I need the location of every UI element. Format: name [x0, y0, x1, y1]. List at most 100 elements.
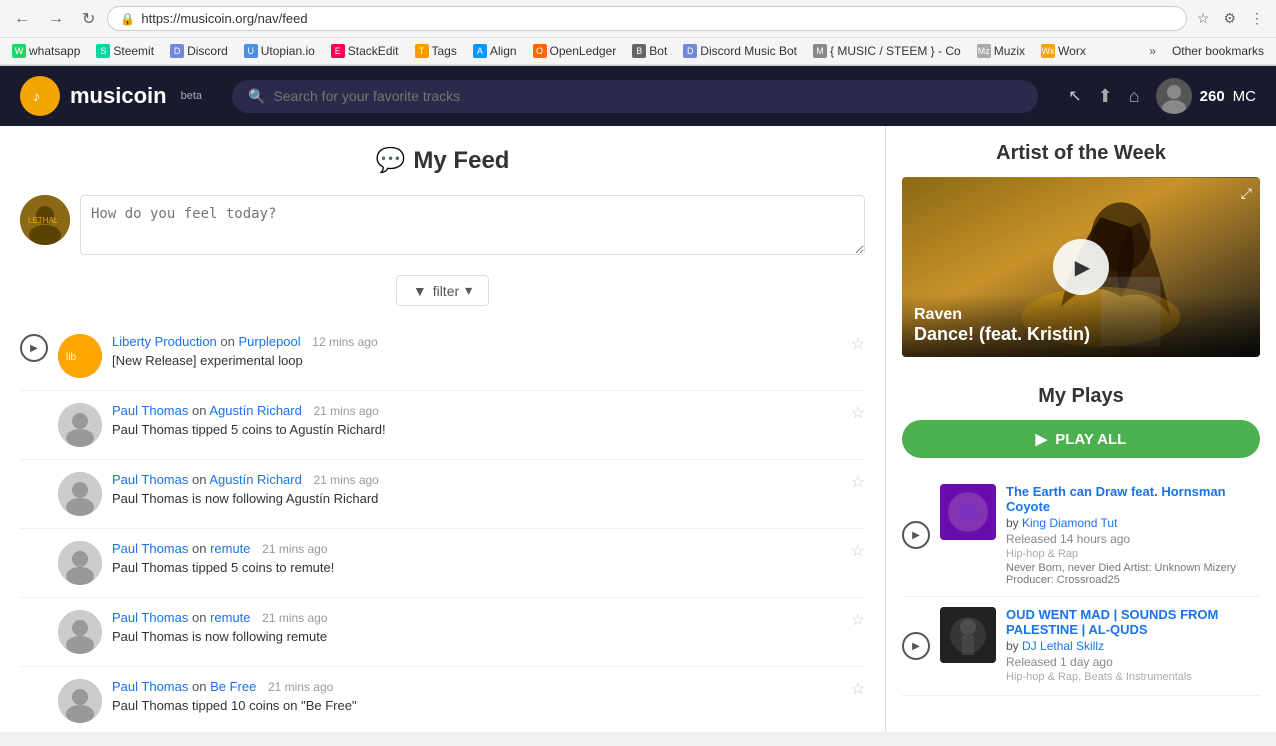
artist-of-week: Artist of the Week	[886, 126, 1276, 373]
bookmark-openledger[interactable]: O OpenLedger	[529, 42, 621, 60]
star-button[interactable]: ☆	[851, 541, 865, 561]
expand-button[interactable]: ⤢	[1241, 185, 1252, 202]
feed-item-header: Paul Thomas on remute 21 mins ago	[112, 541, 841, 556]
logo-text: musicoin	[70, 83, 167, 109]
bookmark-utopian[interactable]: U Utopian.io	[240, 42, 319, 60]
feed-user-link[interactable]: Paul Thomas	[112, 403, 188, 418]
feed-user-link[interactable]: Paul Thomas	[112, 472, 188, 487]
bookmarks-bar: W whatsapp S Steemit D Discord U Utopian…	[0, 38, 1276, 65]
feed-item-text: Paul Thomas is now following remute	[112, 629, 841, 644]
star-button[interactable]: ☆	[851, 610, 865, 630]
bookmark-bot[interactable]: B Bot	[628, 42, 671, 60]
menu-btn[interactable]: ⋮	[1246, 8, 1268, 29]
play-all-button[interactable]: ▶ PLAY ALL	[902, 420, 1260, 458]
aow-image[interactable]: ▶ ⤢ Raven Dance! (feat. Kristin)	[902, 177, 1260, 357]
mc-balance: 260 MC	[1156, 78, 1256, 114]
balance-unit: MC	[1233, 88, 1256, 105]
browser-chrome: ← → ↻ 🔒 https://musicoin.org/nav/feed ☆ …	[0, 0, 1276, 66]
aow-play-button[interactable]: ▶	[1053, 239, 1109, 295]
logo-area: ♪ musicoin beta	[20, 76, 202, 116]
bookmark-tags[interactable]: T Tags	[411, 42, 461, 60]
track-title[interactable]: OUD WENT MAD | SOUNDS FROM PALESTINE | A…	[1006, 607, 1260, 637]
artist-link[interactable]: DJ Lethal Skillz	[1022, 639, 1104, 653]
star-button[interactable]: ☆	[851, 334, 865, 354]
my-plays: My Plays ▶ PLAY ALL ▶ The Earth can Draw…	[886, 373, 1276, 708]
feed-item: ▶ lib Liberty Production on Purplepool 1…	[20, 322, 865, 391]
bookmark-favicon: D	[683, 44, 697, 58]
bookmark-favicon: B	[632, 44, 646, 58]
aow-title: Artist of the Week	[902, 142, 1260, 165]
bookmark-favicon: U	[244, 44, 258, 58]
track-artist: by King Diamond Tut	[1006, 516, 1260, 530]
main-content: 💬 My Feed LETHAL ▼ filter ▾	[0, 126, 1276, 732]
bookmark-steemit[interactable]: S Steemit	[92, 42, 158, 60]
bookmarks-more-button[interactable]: »	[1149, 44, 1156, 58]
feed-item-content: Liberty Production on Purplepool 12 mins…	[112, 334, 841, 368]
bookmark-stackedit[interactable]: E StackEdit	[327, 42, 403, 60]
bookmark-star[interactable]: ☆	[1193, 8, 1214, 29]
play-button[interactable]: ▶	[20, 334, 48, 362]
track-release: Released 1 day ago	[1006, 655, 1260, 669]
feed-item-header: Liberty Production on Purplepool 12 mins…	[112, 334, 841, 349]
reload-button[interactable]: ↻	[76, 7, 101, 31]
feed-target-link[interactable]: Agustín Richard	[209, 403, 302, 418]
star-button[interactable]: ☆	[851, 679, 865, 699]
browser-toolbar: ← → ↻ 🔒 https://musicoin.org/nav/feed ☆ …	[0, 0, 1276, 38]
feed-target-link[interactable]: Agustín Richard	[209, 472, 302, 487]
feed-user-link[interactable]: Liberty Production	[112, 334, 217, 349]
bookmark-discord-music[interactable]: D Discord Music Bot	[679, 42, 801, 60]
home-button[interactable]: ⌂	[1129, 86, 1140, 107]
feed-target-link[interactable]: remute	[210, 610, 250, 625]
track-play-button[interactable]: ▶	[902, 632, 930, 660]
bookmark-worx[interactable]: Wx Worx	[1037, 42, 1090, 60]
avatar-image	[1156, 78, 1192, 114]
filter-chevron: ▾	[465, 282, 472, 299]
artist-link[interactable]: King Diamond Tut	[1022, 516, 1117, 530]
aow-info: Raven Dance! (feat. Kristin)	[902, 294, 1260, 357]
bookmark-muzix[interactable]: Mz Muzix	[973, 42, 1029, 60]
back-button[interactable]: ←	[8, 8, 36, 30]
feed-item-time: 21 mins ago	[262, 542, 327, 556]
feed-item: Paul Thomas on remute 21 mins ago Paul T…	[20, 529, 865, 598]
play-item: ▶ OUD WENT MAD | SOUNDS FROM PALESTINE |…	[902, 597, 1260, 696]
bookmark-whatsapp[interactable]: W whatsapp	[8, 42, 84, 60]
feed-item-time: 21 mins ago	[313, 404, 378, 418]
play-icon: ▶	[1075, 255, 1090, 280]
my-plays-title: My Plays	[902, 385, 1260, 408]
bookmark-discord[interactable]: D Discord	[166, 42, 232, 60]
track-play-button[interactable]: ▶	[902, 521, 930, 549]
feed-item-time: 21 mins ago	[268, 680, 333, 694]
filter-icon: ▼	[413, 283, 427, 299]
track-title[interactable]: The Earth can Draw feat. Hornsman Coyote	[1006, 484, 1260, 514]
track-genre: Hip-hop & Rap, Beats & Instrumentals	[1006, 671, 1260, 683]
star-button[interactable]: ☆	[851, 472, 865, 492]
post-textarea[interactable]	[80, 195, 865, 255]
forward-button[interactable]: →	[42, 8, 70, 30]
star-button[interactable]: ☆	[851, 403, 865, 423]
feed-item-avatar: lib	[58, 334, 102, 378]
upload-button[interactable]: ⬆	[1098, 86, 1113, 107]
extensions-btn[interactable]: ⚙	[1219, 8, 1240, 29]
play-item: ▶ The Earth can Draw feat. Hornsman Coyo…	[902, 474, 1260, 597]
feed-item: Paul Thomas on Be Free 21 mins ago Paul …	[20, 667, 865, 732]
feed-user-link[interactable]: Paul Thomas	[112, 610, 188, 625]
bookmark-music-steem[interactable]: M { MUSIC / STEEM } - Co	[809, 42, 965, 60]
feed-target-link[interactable]: Be Free	[210, 679, 256, 694]
play-all-icon: ▶	[1036, 430, 1048, 448]
feed-item-time: 12 mins ago	[312, 335, 377, 349]
user-avatar[interactable]	[1156, 78, 1192, 114]
track-release: Released 14 hours ago	[1006, 532, 1260, 546]
search-input[interactable]	[273, 88, 1022, 104]
bookmark-favicon: M	[813, 44, 827, 58]
bookmark-align[interactable]: A Align	[469, 42, 521, 60]
feed-user-link[interactable]: Paul Thomas	[112, 541, 188, 556]
track-artist: by DJ Lethal Skillz	[1006, 639, 1260, 653]
feed-item-text: Paul Thomas tipped 10 coins on "Be Free"	[112, 698, 841, 713]
bookmark-other[interactable]: Other bookmarks	[1168, 42, 1268, 60]
filter-button[interactable]: ▼ filter ▾	[396, 275, 489, 306]
feed-target-link[interactable]: Purplepool	[238, 334, 300, 349]
feed-user-link[interactable]: Paul Thomas	[112, 679, 188, 694]
bookmark-favicon: A	[473, 44, 487, 58]
address-bar[interactable]: 🔒 https://musicoin.org/nav/feed	[107, 6, 1186, 31]
feed-target-link[interactable]: remute	[210, 541, 250, 556]
